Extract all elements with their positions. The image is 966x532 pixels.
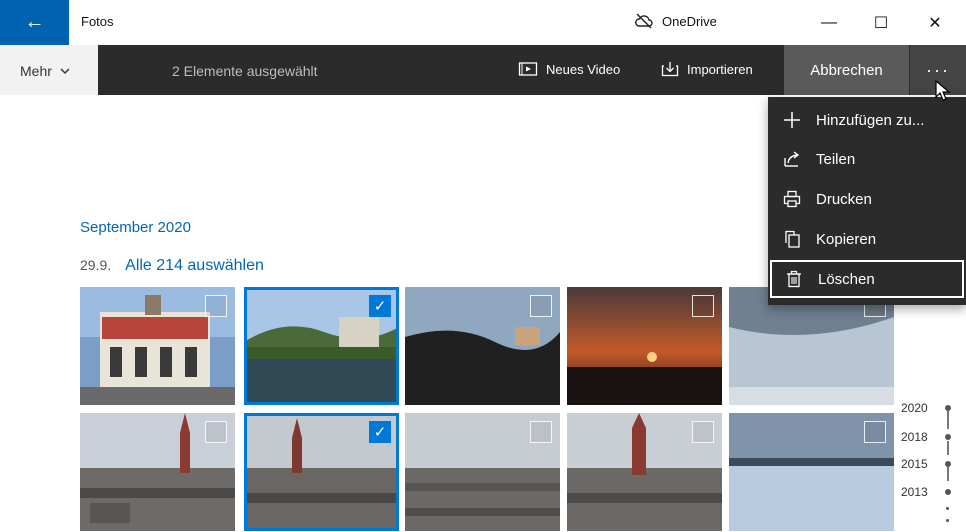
import-icon — [661, 62, 679, 77]
minimize-button[interactable]: — — [806, 0, 852, 45]
select-all-link[interactable]: Alle 214 auswählen — [125, 257, 264, 275]
chevron-down-icon — [60, 67, 70, 74]
photo-tile-selected[interactable]: ✓ — [244, 287, 399, 405]
select-checkbox[interactable] — [530, 295, 552, 317]
command-bar: 2 Elemente ausgewählt Neues Video Import… — [98, 45, 966, 95]
arrow-left-icon: ← — [24, 11, 45, 33]
cancel-button[interactable]: Abbrechen — [784, 45, 909, 95]
import-button[interactable]: Importieren — [661, 61, 753, 77]
photo-tile[interactable] — [729, 413, 894, 531]
import-label: Importieren — [687, 61, 753, 77]
timeline-dot — [946, 519, 949, 522]
timeline-year[interactable]: 2020 — [901, 401, 928, 415]
plus-icon — [768, 111, 816, 129]
timeline-year[interactable]: 2015 — [901, 457, 928, 471]
mehr-area: Mehr — [0, 45, 98, 95]
onedrive-status[interactable]: OneDrive — [634, 13, 717, 29]
timeline-line — [947, 411, 949, 429]
mehr-dropdown[interactable]: Mehr — [20, 63, 70, 79]
mouse-cursor-icon — [935, 80, 951, 101]
timeline-dot — [945, 434, 951, 440]
back-button[interactable]: ← — [0, 0, 69, 45]
select-checkbox[interactable] — [864, 421, 886, 443]
new-video-button[interactable]: Neues Video — [518, 61, 620, 77]
menu-item-label: Kopieren — [816, 230, 877, 248]
app-title: Fotos — [81, 14, 114, 29]
menu-item-add-to[interactable]: Hinzufügen zu... — [768, 101, 966, 139]
select-checkbox-checked[interactable]: ✓ — [369, 421, 391, 443]
day-label: 29.9. — [80, 257, 112, 273]
select-checkbox-checked[interactable]: ✓ — [369, 295, 391, 317]
cloud-off-icon — [635, 13, 653, 29]
timeline-dot — [945, 405, 951, 411]
menu-item-label: Löschen — [818, 270, 875, 288]
more-options-menu: Hinzufügen zu... Teilen Drucken Kopieren… — [768, 97, 966, 305]
menu-item-label: Drucken — [816, 190, 872, 208]
timeline-dot — [945, 461, 951, 467]
menu-item-label: Hinzufügen zu... — [816, 111, 925, 129]
photo-tile[interactable] — [567, 413, 722, 531]
timeline-line — [947, 467, 949, 481]
select-checkbox[interactable] — [205, 295, 227, 317]
menu-item-copy[interactable]: Kopieren — [768, 220, 966, 258]
mehr-label: Mehr — [20, 63, 52, 79]
onedrive-label: OneDrive — [662, 13, 717, 29]
timeline-dot — [946, 507, 949, 510]
title-bar: ← Fotos OneDrive — ☐ ✕ — [0, 0, 966, 45]
maximize-button[interactable]: ☐ — [858, 0, 904, 45]
select-checkbox[interactable] — [205, 421, 227, 443]
copy-icon — [768, 230, 816, 248]
photo-tile[interactable] — [80, 287, 235, 405]
close-button[interactable]: ✕ — [912, 0, 958, 45]
menu-item-label: Teilen — [816, 150, 856, 168]
trash-icon — [770, 270, 818, 288]
new-video-label: Neues Video — [546, 61, 621, 77]
menu-item-delete[interactable]: Löschen — [770, 260, 964, 298]
photo-tile-selected[interactable]: ✓ — [244, 413, 399, 531]
menu-item-share[interactable]: Teilen — [768, 140, 966, 178]
photo-tile[interactable] — [80, 413, 235, 531]
select-checkbox[interactable] — [530, 421, 552, 443]
printer-icon — [768, 190, 816, 208]
photo-tile[interactable] — [405, 413, 560, 531]
timeline-dot — [945, 489, 951, 495]
selection-count: 2 Elemente ausgewählt — [172, 63, 318, 79]
day-row: 29.9. Alle 214 auswählen — [80, 257, 264, 275]
photo-tile[interactable] — [405, 287, 560, 405]
photo-tile[interactable] — [567, 287, 722, 405]
month-heading: September 2020 — [80, 219, 191, 236]
timeline-year[interactable]: 2018 — [901, 430, 928, 444]
menu-item-print[interactable]: Drucken — [768, 180, 966, 218]
video-icon — [518, 62, 538, 76]
timeline-scrubber[interactable]: 2020 2018 2015 2013 — [897, 395, 963, 532]
timeline-year[interactable]: 2013 — [901, 485, 928, 499]
select-checkbox[interactable] — [692, 295, 714, 317]
timeline-line — [947, 441, 949, 455]
select-checkbox[interactable] — [692, 421, 714, 443]
share-icon — [768, 150, 816, 168]
